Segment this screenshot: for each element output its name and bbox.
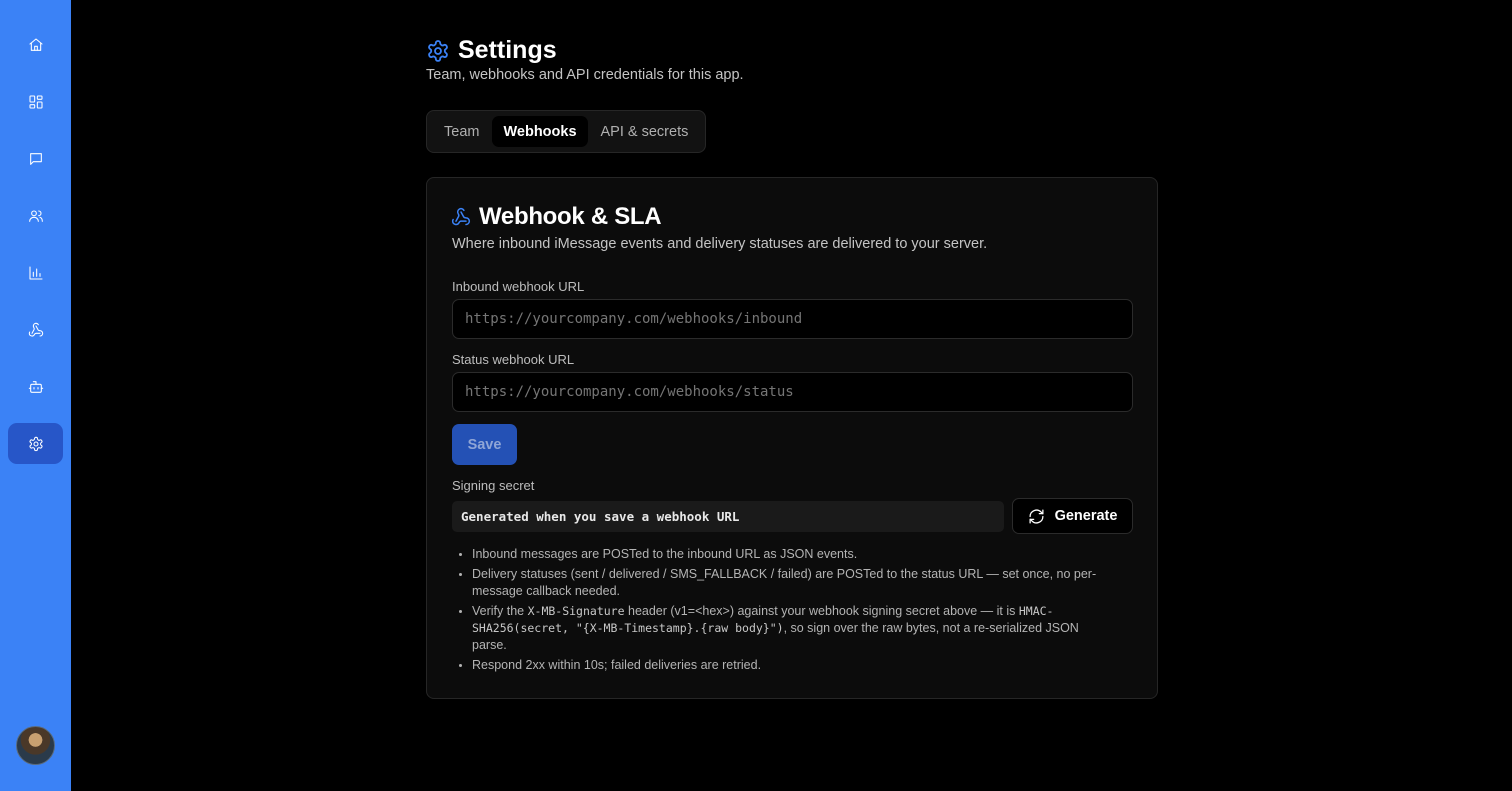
generate-button[interactable]: Generate: [1012, 498, 1133, 534]
tab-team[interactable]: Team: [433, 116, 490, 147]
note-text: Inbound messages are POSTed to the inbou…: [472, 547, 858, 561]
sidebar-item-bots[interactable]: [8, 366, 63, 407]
sidebar-item-messages[interactable]: [8, 138, 63, 179]
note-text: Delivery statuses (sent / delivered / SM…: [472, 567, 1097, 598]
page-title: Settings: [458, 36, 557, 64]
avatar[interactable]: [16, 726, 55, 765]
card-subtitle: Where inbound iMessage events and delive…: [452, 236, 988, 252]
users-icon: [28, 209, 43, 222]
note-item: Verify the X-MB-Signature header (v1=<he…: [472, 603, 1112, 654]
gear-icon: [29, 436, 42, 451]
note-text: Verify the: [472, 604, 528, 618]
inbound-url-label: Inbound webhook URL: [452, 279, 585, 294]
webhook-icon: [28, 322, 43, 337]
bar-chart-icon: [28, 265, 43, 280]
status-url-label: Status webhook URL: [452, 352, 575, 367]
tab-webhooks[interactable]: Webhooks: [492, 116, 588, 147]
signing-secret-label: Signing secret: [452, 478, 535, 493]
chat-icon: [29, 152, 42, 165]
settings-tabs: Team Webhooks API & secrets: [426, 110, 707, 153]
webhook-notes: Inbound messages are POSTed to the inbou…: [472, 546, 1112, 677]
webhook-icon: [451, 207, 470, 226]
signature-header-code: X-MB-Signature: [527, 604, 625, 618]
sidebar-item-home[interactable]: [8, 24, 63, 65]
note-item: Delivery statuses (sent / delivered / SM…: [472, 566, 1112, 600]
bot-icon: [28, 380, 43, 393]
signing-secret-value: Generated when you save a webhook URL: [452, 501, 1004, 532]
note-text: Respond 2xx within 10s; failed deliverie…: [472, 658, 762, 672]
dashboard-icon: [28, 94, 43, 109]
sidebar-item-webhooks[interactable]: [8, 309, 63, 350]
sidebar-item-settings[interactable]: [8, 423, 63, 464]
card-header: Webhook & SLA: [451, 203, 662, 231]
status-url-input[interactable]: [452, 372, 1133, 412]
note-item: Inbound messages are POSTed to the inbou…: [472, 546, 1112, 563]
page-subtitle: Team, webhooks and API credentials for t…: [426, 67, 744, 83]
sidebar: [0, 0, 71, 791]
sidebar-item-contacts[interactable]: [8, 195, 63, 236]
home-icon: [28, 37, 43, 51]
webhook-card: Webhook & SLA Where inbound iMessage eve…: [426, 177, 1158, 699]
generate-label: Generate: [1054, 508, 1118, 524]
page-header: Settings: [426, 36, 557, 65]
card-title: Webhook & SLA: [479, 203, 662, 230]
tab-api-secrets[interactable]: API & secrets: [590, 116, 700, 147]
save-button[interactable]: Save: [452, 424, 517, 465]
refresh-icon: [1029, 508, 1044, 524]
sidebar-item-analytics[interactable]: [8, 252, 63, 293]
gear-icon: [428, 39, 448, 62]
note-item: Respond 2xx within 10s; failed deliverie…: [472, 657, 1112, 674]
note-text: header (v1=<hex>) against your webhook s…: [624, 604, 1019, 618]
inbound-url-input[interactable]: [452, 299, 1133, 339]
sidebar-item-dashboard[interactable]: [8, 81, 63, 122]
